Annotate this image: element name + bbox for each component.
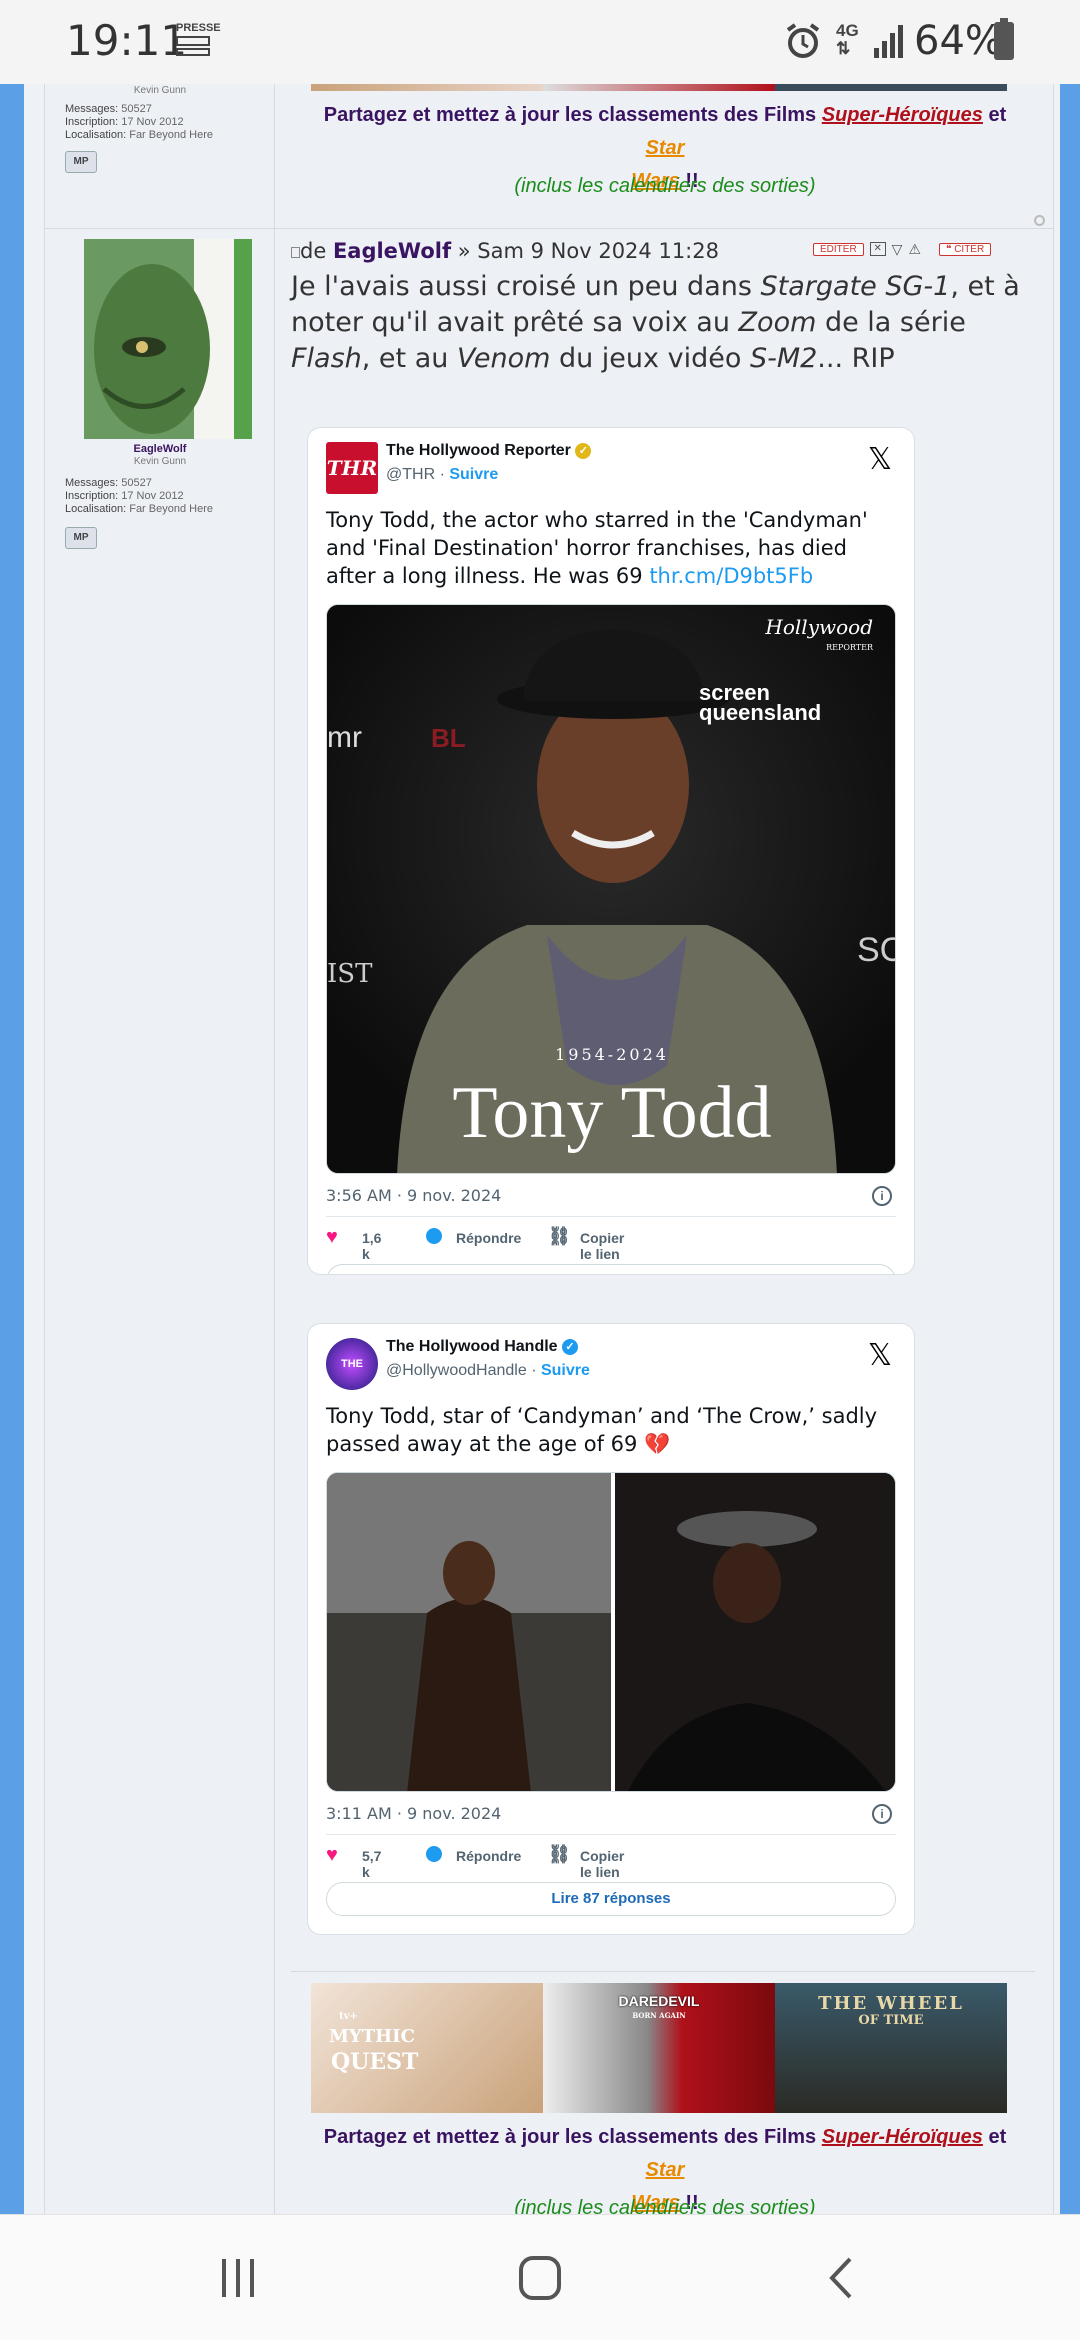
signature-subtitle: (inclus les calendriers des sorties) [514,2197,816,2214]
tweet-date[interactable]: 3:56 AM · 9 nov. 2024 [326,1186,501,1205]
navigation-bar [0,2214,1080,2340]
pm-button[interactable]: MP [65,527,97,549]
tweet-handle: @THR · Suivre [386,466,499,483]
candyman-crow-photos [327,1473,895,1791]
user-meta: Messages: 50527 Inscription: 17 Nov 2012… [65,477,213,515]
backdrop-text: BL [431,723,466,753]
follow-link[interactable]: Suivre [541,1362,590,1379]
verified-icon: ✓ [562,1338,579,1355]
tweet-author-name[interactable]: The Hollywood Handle ✓ [386,1338,579,1356]
signature-subtitle: (inclus les calendriers des sorties) [514,175,816,197]
memorial-years: 1954-2024 [555,1045,669,1064]
banner-wheel-of-time[interactable]: THE WHEEL OF TIME [775,1983,1007,2113]
copy-link-button[interactable]: Copier le lien [580,1230,624,1262]
signal-icon [874,25,903,58]
tweet-divider [326,1216,896,1217]
read-replies-button[interactable]: Lire 48 réponses [326,1264,896,1274]
alarm-icon [786,23,820,58]
backdrop-text: SC [857,931,895,969]
tweet-text: Tony Todd, the actor who starred in the … [326,508,868,588]
post-actions: EDITER ✕ ▽ ⚠ ❝ CITER [813,241,992,258]
heart-icon[interactable]: ♥ [326,1844,338,1867]
post-eaglewolf: EagleWolf Kevin Gunn Messages: 50527 Ins… [44,228,1054,2214]
link-icon[interactable]: ⛓ [548,1226,571,1247]
delete-icon[interactable]: ✕ [869,242,886,256]
like-count[interactable]: 1,6 k [362,1230,381,1262]
starwars-link[interactable]: Star [646,137,685,159]
back-button[interactable] [826,2255,856,2301]
info-icon[interactable]: i [872,1804,892,1824]
tweet-author-name[interactable]: The Hollywood Reporter ✓ [386,442,592,460]
tweet-avatar[interactable]: THE [326,1338,378,1390]
info-icon[interactable]: i [872,1186,892,1206]
read-replies-button[interactable]: Lire 87 réponses [326,1882,896,1916]
tweet-divider [326,1834,896,1835]
memorial-headline: Tony Todd [452,1072,772,1154]
signature-banner[interactable]: tv+ MYTHIC QUEST DAREDEVIL BORN AGAIN TH… [311,1983,1007,2113]
user-subtitle: Kevin Gunn [133,85,187,96]
presse-notification-icon: PRESSE [176,22,221,56]
tweet-avatar[interactable]: THR [326,442,378,494]
signature-banner-strip[interactable] [311,84,1007,91]
reply-icon[interactable] [426,1846,442,1862]
starwars-link[interactable]: Star [646,2159,685,2181]
banner-mythic-quest[interactable]: tv+ MYTHIC QUEST [311,1983,543,2113]
signature-divider [291,1971,1035,1972]
backdrop-text: mr [327,721,362,754]
broken-heart-icon: 💔 [644,1432,671,1456]
tweet-date[interactable]: 3:11 AM · 9 nov. 2024 [326,1804,501,1823]
status-time: 19:11 [66,16,188,65]
home-button[interactable] [518,2255,562,2301]
recent-apps-button[interactable] [218,2255,258,2301]
user-name[interactable]: EagleWolf [45,443,275,455]
back-to-top-icon[interactable] [1034,215,1045,226]
presse-label: PRESSE [176,22,221,34]
reply-icon[interactable] [426,1228,442,1244]
ip-info-icon[interactable]: ▽ [892,241,903,258]
user-avatar[interactable] [84,239,252,439]
page-background[interactable]: Kevin Gunn Messages: 50527 Inscription: … [0,84,1080,2214]
embedded-tweet[interactable]: THR The Hollywood Reporter ✓ @THR · Suiv… [307,427,915,1275]
quote-button[interactable]: ❝ CITER [939,242,992,256]
gold-verified-icon: ✓ [575,442,592,459]
reply-button[interactable]: Répondre [456,1230,521,1246]
copy-link-button[interactable]: Copier le lien [580,1848,624,1880]
forum-column: Kevin Gunn Messages: 50527 Inscription: … [24,84,1060,2214]
post-body: Je l'avais aussi croisé un peu dans Star… [291,271,1020,374]
tweet-link[interactable]: thr.cm/D9bt5Fb [649,564,813,588]
post-date: » Sam 9 Nov 2024 11:28 [451,239,719,263]
post-icon [291,247,300,258]
reply-button[interactable]: Répondre [456,1848,521,1864]
follow-link[interactable]: Suivre [449,466,498,483]
user-meta: Messages: 50527 Inscription: 17 Nov 2012… [65,103,213,141]
status-bar: 19:11 PRESSE 4G ⇅ 64% [0,0,1080,84]
tweet-handle: @HollywoodHandle · Suivre [386,1362,590,1379]
battery-icon [994,18,1014,60]
post-header: de EagleWolf » Sam 9 Nov 2024 11:28 [291,239,719,263]
x-logo-icon[interactable]: 𝕏 [868,442,892,477]
backdrop-text: IST [327,959,373,989]
banner-daredevil[interactable]: DAREDEVIL BORN AGAIN [543,1983,775,2113]
heart-icon[interactable]: ♥ [326,1226,338,1249]
x-logo-icon[interactable]: 𝕏 [868,1338,892,1373]
post-author-link[interactable]: EagleWolf [333,239,451,263]
pm-button[interactable]: MP [65,151,97,173]
tweet-image[interactable] [326,1472,896,1792]
network-type: 4G ⇅ [836,21,859,58]
embedded-tweet[interactable]: THE The Hollywood Handle ✓ @HollywoodHan… [307,1323,915,1935]
tweet-image[interactable]: Hollywood REPORTER screen queensland mr BL… [326,604,896,1174]
sponsor-logo: screen queensland [699,680,822,725]
superheroes-link[interactable]: Super-Héroïques [822,104,983,126]
hollywood-reporter-watermark: Hollywood REPORTER [765,615,873,652]
link-icon[interactable]: ⛓ [548,1844,571,1865]
like-count[interactable]: 5,7 k [362,1848,381,1880]
post-sidebar: EagleWolf Kevin Gunn Messages: 50527 Ins… [45,229,275,2214]
superheroes-link[interactable]: Super-Héroïques [822,2126,983,2148]
report-icon[interactable]: ⚠ [908,241,921,258]
user-subtitle: Kevin Gunn [133,456,187,467]
battery-percent: 64% [914,18,1003,64]
tweet-text: Tony Todd, star of ‘Candyman’ and ‘The C… [326,1404,878,1456]
edit-button[interactable]: EDITER [813,242,864,256]
